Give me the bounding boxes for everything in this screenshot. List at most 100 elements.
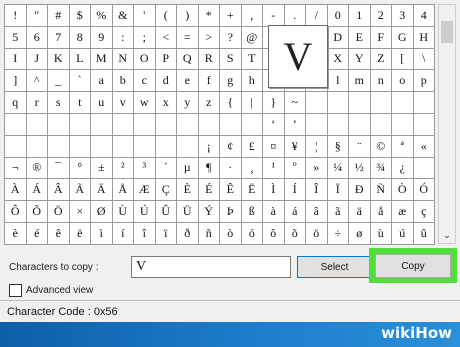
char-cell[interactable]: S [220, 48, 242, 71]
char-cell[interactable]: G [392, 26, 414, 49]
char-cell[interactable]: J [26, 48, 48, 71]
char-cell[interactable]: v [112, 92, 134, 114]
char-cell[interactable]: o [392, 70, 414, 93]
character-grid[interactable]: !"#$%&'()*+,-./0123456789:;<=>?@CDEFGHIJ… [4, 4, 435, 245]
char-cell[interactable]: Ñ [370, 179, 392, 202]
char-cell[interactable]: ê [48, 222, 70, 245]
char-cell[interactable]: · [220, 157, 242, 180]
char-cell[interactable]: È [177, 179, 199, 202]
char-cell[interactable] [306, 92, 328, 114]
char-cell[interactable]: Ì [263, 179, 285, 202]
char-cell[interactable]: f [198, 70, 220, 93]
char-cell[interactable]: Æ [134, 179, 156, 202]
char-cell[interactable]: ï [155, 222, 177, 245]
char-cell[interactable]: b [112, 70, 134, 93]
char-cell[interactable]: d [155, 70, 177, 93]
select-button[interactable]: Select [297, 256, 372, 278]
char-cell[interactable] [5, 113, 27, 136]
char-cell[interactable]: M [91, 48, 113, 71]
char-cell[interactable]: Ó [413, 179, 435, 202]
char-cell[interactable]: Ô [5, 201, 27, 223]
char-cell[interactable]: Ú [134, 201, 156, 223]
char-cell[interactable]: T [241, 48, 263, 71]
char-cell[interactable] [392, 113, 414, 136]
char-cell[interactable]: e [177, 70, 199, 93]
char-cell[interactable] [349, 92, 371, 114]
char-cell[interactable] [155, 135, 177, 158]
char-cell[interactable]: 7 [48, 26, 70, 49]
char-cell[interactable]: ¡ [198, 135, 220, 158]
char-cell[interactable]: É [198, 179, 220, 202]
char-cell[interactable]: × [69, 201, 91, 223]
char-cell[interactable]: c [134, 70, 156, 93]
char-cell[interactable]: # [48, 5, 70, 27]
char-cell[interactable]: Î [306, 179, 328, 202]
char-cell[interactable]: ù [370, 222, 392, 245]
char-cell[interactable] [177, 113, 199, 136]
char-cell[interactable]: ô [263, 222, 285, 245]
char-cell[interactable]: ß [241, 201, 263, 223]
char-cell[interactable]: ç [413, 201, 435, 223]
char-cell[interactable]: H [413, 26, 435, 49]
char-cell[interactable]: ª [392, 135, 414, 158]
char-cell[interactable]: ? [220, 26, 242, 49]
char-cell[interactable]: ¢ [220, 135, 242, 158]
char-cell[interactable]: , [241, 5, 263, 27]
char-cell[interactable]: ± [91, 157, 113, 180]
char-cell[interactable] [69, 113, 91, 136]
char-cell[interactable] [413, 157, 435, 180]
char-cell[interactable]: ä [349, 201, 371, 223]
char-cell[interactable] [370, 113, 392, 136]
grid-scrollbar[interactable]: ⌄ [438, 4, 456, 244]
char-cell[interactable] [26, 135, 48, 158]
char-cell[interactable]: + [220, 5, 242, 27]
char-cell[interactable]: ~ [284, 92, 306, 114]
char-cell[interactable]: > [198, 26, 220, 49]
char-cell[interactable]: < [155, 26, 177, 49]
scroll-down-arrow-icon[interactable]: ⌄ [439, 229, 455, 241]
char-cell[interactable] [69, 135, 91, 158]
char-cell[interactable]: 6 [26, 26, 48, 49]
char-cell[interactable]: ø [349, 222, 371, 245]
char-cell[interactable] [177, 135, 199, 158]
char-cell[interactable]: ã [327, 201, 349, 223]
char-cell[interactable]: ¯ [48, 157, 70, 180]
char-cell[interactable] [26, 113, 48, 136]
char-cell[interactable]: å [370, 201, 392, 223]
char-cell[interactable]: ‘ [263, 113, 285, 136]
char-cell[interactable]: ¥ [284, 135, 306, 158]
char-cell[interactable]: ( [155, 5, 177, 27]
char-cell[interactable]: Ç [155, 179, 177, 202]
char-cell[interactable]: í [112, 222, 134, 245]
char-cell[interactable]: N [112, 48, 134, 71]
char-cell[interactable]: 1 [349, 5, 371, 27]
char-cell[interactable] [134, 135, 156, 158]
char-cell[interactable]: À [5, 179, 27, 202]
char-cell[interactable]: = [177, 26, 199, 49]
char-cell[interactable] [134, 113, 156, 136]
char-cell[interactable]: Ò [392, 179, 414, 202]
char-cell[interactable]: ½ [349, 157, 371, 180]
char-cell[interactable]: Ê [220, 179, 242, 202]
char-cell[interactable]: X [327, 48, 349, 71]
char-cell[interactable]: Q [177, 48, 199, 71]
char-cell[interactable]: µ [177, 157, 199, 180]
char-cell[interactable]: % [91, 5, 113, 27]
char-cell[interactable]: Ä [91, 179, 113, 202]
char-cell[interactable]: Z [370, 48, 392, 71]
char-cell[interactable] [112, 135, 134, 158]
char-cell[interactable]: 8 [69, 26, 91, 49]
char-cell[interactable] [155, 113, 177, 136]
char-cell[interactable]: ò [220, 222, 242, 245]
char-cell[interactable]: Ã [69, 179, 91, 202]
char-cell[interactable]: q [5, 92, 27, 114]
char-cell[interactable] [91, 135, 113, 158]
char-cell[interactable]: ] [5, 70, 27, 93]
char-cell[interactable]: ð [177, 222, 199, 245]
char-cell[interactable]: â [306, 201, 328, 223]
char-cell[interactable]: ¿ [392, 157, 414, 180]
char-cell[interactable]: à [263, 201, 285, 223]
char-cell[interactable]: 5 [5, 26, 27, 49]
char-cell[interactable]: Ø [91, 201, 113, 223]
char-cell[interactable] [198, 113, 220, 136]
